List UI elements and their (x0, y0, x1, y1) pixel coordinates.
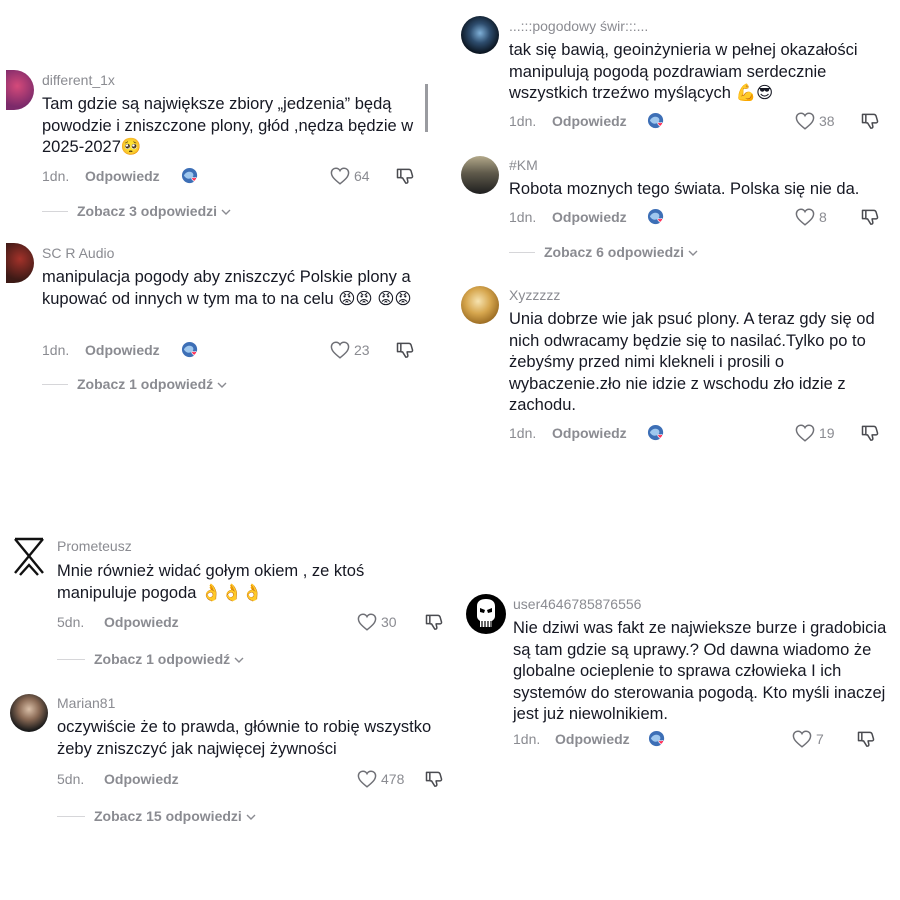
comment-username[interactable]: SC R Audio (42, 245, 114, 261)
thumbs-down-icon[interactable] (395, 340, 415, 360)
reply-button[interactable]: Odpowiedz (104, 614, 179, 630)
comment-time: 1dn. (513, 731, 541, 747)
chevron-down-icon (688, 250, 698, 256)
like-count: 64 (354, 168, 370, 184)
view-replies-label: Zobacz 1 odpowiedź (94, 651, 231, 667)
heart-outline-icon[interactable] (795, 208, 815, 226)
thumbs-down-icon[interactable] (860, 111, 880, 131)
like-count: 8 (819, 209, 827, 225)
view-replies-label: Zobacz 6 odpowiedzi (544, 244, 685, 260)
comment-username[interactable]: user4646785876556 (513, 596, 641, 612)
avatar[interactable] (461, 16, 499, 54)
heart-outline-icon[interactable] (795, 112, 815, 130)
view-replies-button[interactable]: Zobacz 15 odpowiedzi (94, 808, 256, 824)
comment-text: Nie dziwi was fakt ze najwieksze burze i… (513, 619, 887, 723)
heart-outline-icon[interactable] (330, 341, 350, 359)
reply-button[interactable]: Odpowiedz (552, 209, 627, 225)
divider (57, 816, 85, 817)
comment-username[interactable]: different_1x (42, 72, 115, 88)
chevron-down-icon (246, 814, 256, 820)
thumbs-down-icon[interactable] (860, 423, 880, 443)
comment-time: 5dn. (57, 771, 85, 787)
view-replies-button[interactable]: Zobacz 3 odpowiedzi (77, 203, 231, 219)
divider (42, 384, 68, 385)
comment-text: tak się bawią, geoinżynieria w pełnej ok… (509, 41, 858, 102)
thumbs-down-icon[interactable] (395, 166, 415, 186)
avatar[interactable] (10, 537, 48, 577)
comment-text: Robota moznych tego świata. Polska się n… (509, 180, 860, 198)
comment-time: 1dn. (509, 113, 537, 129)
creator-liked-badge-icon (647, 208, 666, 227)
heart-outline-icon[interactable] (792, 730, 812, 748)
heart-outline-icon[interactable] (357, 770, 377, 788)
reply-button[interactable]: Odpowiedz (552, 113, 627, 129)
view-replies-button[interactable]: Zobacz 1 odpowiedź (94, 651, 244, 667)
like-count: 19 (819, 425, 835, 441)
comment-username[interactable]: Xyzzzzz (509, 287, 560, 303)
chevron-down-icon (234, 657, 244, 663)
creator-liked-badge-icon (181, 341, 200, 360)
comment-time: 1dn. (42, 342, 70, 358)
comment-time: 1dn. (42, 168, 70, 184)
divider (509, 252, 535, 253)
thumbs-down-icon[interactable] (856, 729, 876, 749)
avatar[interactable] (10, 694, 48, 732)
comment-text: Mnie również widać gołym okiem , ze ktoś… (57, 562, 365, 602)
reply-button[interactable]: Odpowiedz (552, 425, 627, 441)
heart-outline-icon[interactable] (357, 613, 377, 631)
chevron-down-icon (221, 209, 231, 215)
comment-text: oczywiście że to prawda, głównie to robi… (57, 718, 432, 758)
scrollbar[interactable] (425, 84, 428, 132)
skull-icon (477, 599, 495, 627)
thumbs-down-icon[interactable] (860, 207, 880, 227)
heart-outline-icon[interactable] (330, 167, 350, 185)
thumbs-down-icon[interactable] (424, 769, 444, 789)
creator-liked-badge-icon (648, 730, 667, 749)
comment-username[interactable]: Marian81 (57, 695, 115, 711)
view-replies-label: Zobacz 1 odpowiedź (77, 376, 214, 392)
avatar[interactable] (6, 70, 34, 110)
comment-text: manipulacja pogody aby zniszczyć Polskie… (42, 268, 412, 308)
avatar[interactable] (466, 594, 506, 634)
view-replies-label: Zobacz 3 odpowiedzi (77, 203, 218, 219)
view-replies-label: Zobacz 15 odpowiedzi (94, 808, 242, 824)
like-count: 23 (354, 342, 370, 358)
view-replies-button[interactable]: Zobacz 6 odpowiedzi (544, 244, 698, 260)
view-replies-button[interactable]: Zobacz 1 odpowiedź (77, 376, 227, 392)
comment-time: 1dn. (509, 425, 537, 441)
like-count: 478 (381, 771, 405, 787)
like-count: 7 (816, 731, 824, 747)
like-count: 30 (381, 614, 397, 630)
creator-liked-badge-icon (647, 424, 666, 443)
creator-liked-badge-icon (647, 112, 666, 131)
reply-button[interactable]: Odpowiedz (85, 342, 160, 358)
avatar[interactable] (6, 243, 34, 283)
comment-text: Unia dobrze wie jak psuć plony. A teraz … (509, 310, 875, 414)
chevron-down-icon (217, 382, 227, 388)
divider (42, 211, 68, 212)
comment-username[interactable]: ...:::pogodowy świr:::... (509, 18, 648, 34)
divider (57, 659, 85, 660)
thumbs-down-icon[interactable] (424, 612, 444, 632)
like-count: 38 (819, 113, 835, 129)
heart-outline-icon[interactable] (795, 424, 815, 442)
comment-time: 5dn. (57, 614, 85, 630)
creator-liked-badge-icon (181, 167, 200, 186)
sigil-icon (14, 537, 44, 576)
reply-button[interactable]: Odpowiedz (85, 168, 160, 184)
reply-button[interactable]: Odpowiedz (555, 731, 630, 747)
avatar[interactable] (461, 156, 499, 194)
avatar[interactable] (461, 286, 499, 324)
comment-username[interactable]: Prometeusz (57, 538, 132, 554)
comment-text: Tam gdzie są największe zbiory „jedzenia… (42, 95, 414, 156)
comment-time: 1dn. (509, 209, 537, 225)
comment-username[interactable]: #KM (509, 157, 538, 173)
reply-button[interactable]: Odpowiedz (104, 771, 179, 787)
